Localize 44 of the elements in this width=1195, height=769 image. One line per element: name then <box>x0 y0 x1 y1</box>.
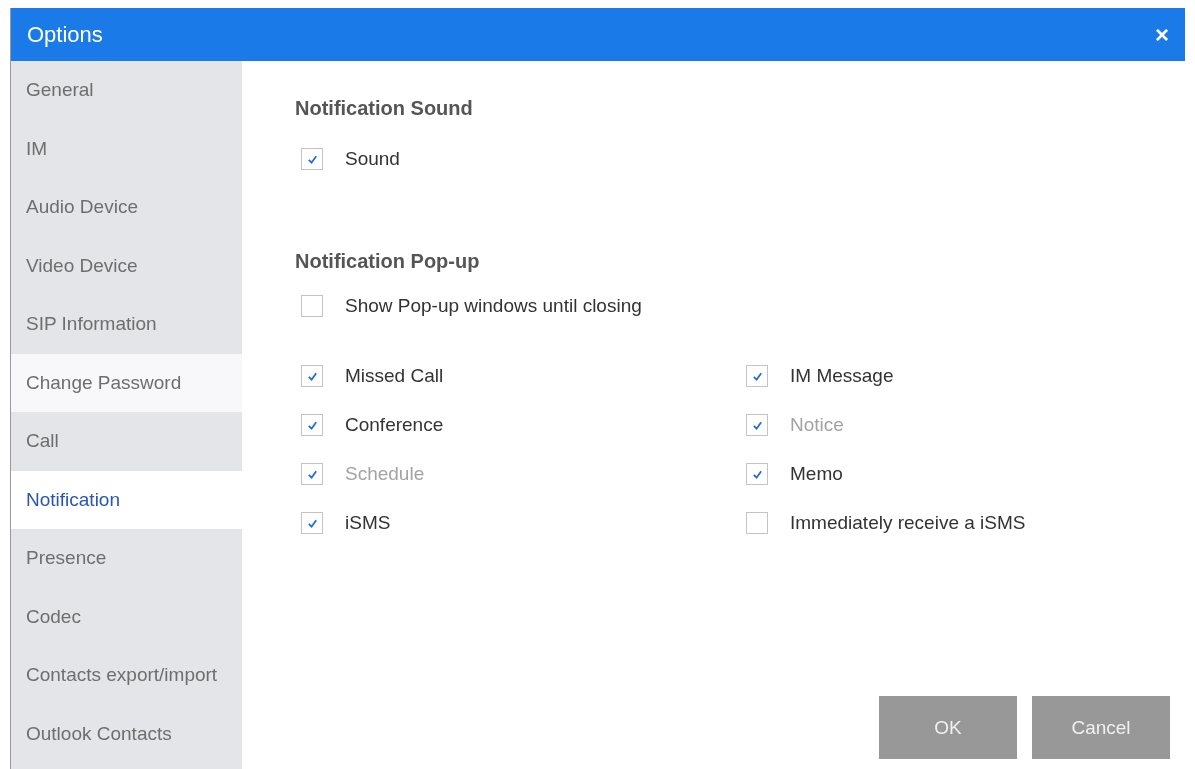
checkbox[interactable] <box>746 365 768 387</box>
section-heading: Notification Sound <box>295 97 474 120</box>
check-icon <box>306 517 318 529</box>
checkbox-label: Schedule <box>345 463 425 485</box>
checkbox-label: Notice <box>790 414 844 436</box>
sidebar-item[interactable]: Video Device <box>11 236 242 295</box>
checkbox-label: Missed Call <box>345 365 444 387</box>
check-icon <box>306 419 318 431</box>
checkbox[interactable] <box>746 512 768 534</box>
checkbox[interactable] <box>301 295 323 317</box>
checkbox-label: iSMS <box>345 512 391 534</box>
sidebar-item[interactable]: Notification <box>11 470 242 529</box>
sidebar-item[interactable]: Call <box>11 412 242 471</box>
checkbox[interactable] <box>301 365 323 387</box>
sidebar-item[interactable]: Contacts export/import <box>11 646 242 705</box>
sidebar-item[interactable]: Presence <box>11 529 242 588</box>
window-title: Options <box>27 21 103 48</box>
checkbox[interactable] <box>746 463 768 485</box>
check-icon <box>751 468 763 480</box>
checkbox-label: Show Pop-up windows until closing <box>345 295 642 317</box>
sidebar-item[interactable]: IM <box>11 119 242 178</box>
sidebar-item[interactable]: Outlook Contacts <box>11 704 242 763</box>
checkbox-label: Immediately receive a iSMS <box>790 512 1026 534</box>
sidebar-item[interactable]: General <box>11 61 242 120</box>
check-icon <box>306 153 318 165</box>
sidebar-item[interactable]: Codec <box>11 587 242 646</box>
checkbox[interactable] <box>301 414 323 436</box>
close-button[interactable]: × <box>1153 22 1171 47</box>
sidebar-item[interactable]: Change Password <box>11 353 242 412</box>
checkbox[interactable] <box>301 148 323 170</box>
sidebar-item[interactable]: Audio Device <box>11 178 242 237</box>
checkbox-label: Sound <box>345 148 400 170</box>
cancel-button[interactable]: Cancel <box>1032 696 1170 759</box>
ok-button[interactable]: OK <box>879 696 1017 759</box>
checkbox[interactable] <box>301 512 323 534</box>
sidebar-item[interactable]: SIP Information <box>11 295 242 354</box>
checkbox-label: Memo <box>790 463 843 485</box>
check-icon <box>306 370 318 382</box>
check-icon <box>306 468 318 480</box>
check-icon <box>751 370 763 382</box>
section-heading: Notification Pop-up <box>295 250 481 273</box>
checkbox-label: Conference <box>345 414 444 436</box>
checkbox-label: IM Message <box>790 365 894 387</box>
check-icon <box>751 419 763 431</box>
